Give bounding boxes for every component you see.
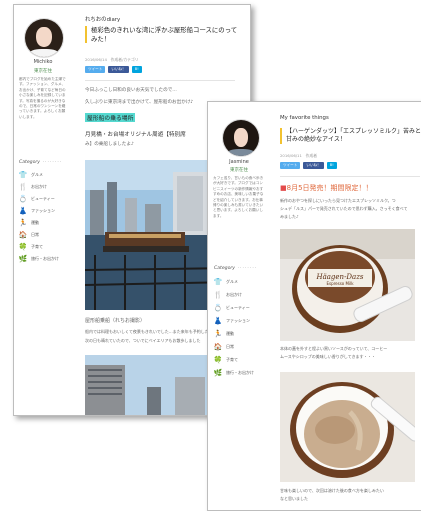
front-blog-screenshot: Jasmine 東京在住 カフェ巡り、甘いもの食べ歩きが大好きです。ブログではコ… <box>207 101 421 511</box>
front-category-label: 日常 <box>226 343 234 349</box>
front-category-item[interactable]: 🍴 お出かけ <box>214 290 242 299</box>
front-category-icon: 🏃 <box>213 329 223 338</box>
back-category-icon: 👗 <box>18 206 28 215</box>
back-profile-bio: 都内でブログを始めた主婦です。ファッション、グルメ、お出かけ、子育てなど毎日の小… <box>19 77 66 119</box>
back-category-item[interactable]: 👕 グルメ <box>19 170 43 179</box>
front-profile-location: 東京在住 <box>230 168 248 173</box>
back-tweet-button[interactable]: ツイート <box>85 66 106 73</box>
front-category-icon: 💍 <box>213 303 223 312</box>
front-category-item[interactable]: 👗 ファッション <box>214 316 250 325</box>
back-category-item[interactable]: 🍴 お出かけ <box>19 182 47 191</box>
back-blog-title[interactable]: れちおのdiary <box>85 15 120 23</box>
front-category-label: グルメ <box>226 278 238 284</box>
front-category-label: ファッション <box>226 317 250 323</box>
back-category-item[interactable]: 🏠 日常 <box>19 230 39 239</box>
back-category-item[interactable]: 🏃 運動 <box>19 218 39 227</box>
front-category-item[interactable]: 🏃 運動 <box>214 329 234 338</box>
front-category-label: お出かけ <box>226 291 242 297</box>
front-category-item[interactable]: 🌿 旅行・お出かけ <box>214 368 254 377</box>
front-ice-flavor: Espresso Milk <box>326 281 354 286</box>
back-category-item[interactable]: 🍀 子育て <box>19 242 43 251</box>
front-post-meta: 2016/06/11 作成者 <box>280 153 318 158</box>
front-category-label: 旅行・お出かけ <box>226 369 254 375</box>
back-profile-location: 東京在住 <box>34 69 52 74</box>
back-profile-avatar[interactable] <box>24 18 64 58</box>
front-caption-3: 甘味も楽しいので、次回は溶けた後の食べ方を楽しみたい <box>280 488 384 493</box>
front-share-buttons: ツイート いいね！ B! <box>280 162 337 169</box>
back-category-icon: 🌿 <box>18 254 28 263</box>
back-category-item[interactable]: 🌿 旅行・お出かけ <box>19 254 59 263</box>
back-category-icon: 🍴 <box>18 182 28 191</box>
back-category-label: グルメ <box>31 171 43 177</box>
back-sidebar: Michiko 東京在住 都内でブログを始めた主婦です。ファッション、グルメ、お… <box>14 5 72 415</box>
back-category-item[interactable]: 👗 ファッション <box>19 206 55 215</box>
back-category-label: 日常 <box>31 231 39 237</box>
front-ice-brand: Häagen-Dazs <box>315 273 363 281</box>
front-category-icon: 🍀 <box>213 355 223 364</box>
back-category-label: お出かけ <box>31 183 47 189</box>
back-category-label: ファッション <box>31 207 55 213</box>
front-category-icon: 🌿 <box>213 368 223 377</box>
front-ice-cream-photo: Häagen-Dazs Espresso Milk <box>280 229 415 341</box>
front-category-label: ビューティー <box>226 304 250 310</box>
front-category-icon: 🏠 <box>213 342 223 351</box>
front-category-item[interactable]: 👕 グルメ <box>214 277 238 286</box>
back-category-icon: 🍀 <box>18 242 28 251</box>
back-category-label: 子育て <box>31 243 43 249</box>
back-category-item[interactable]: 💍 ビューティー <box>19 194 55 203</box>
back-post-meta: 2016/06/14 作成者/カテゴリ <box>85 57 139 62</box>
front-caption-2: ムースやシロップの美味しい香りがしてきます・・・ <box>280 354 376 359</box>
back-like-button[interactable]: いいね！ <box>108 66 129 73</box>
front-post-title[interactable]: 【ハーゲンダッツ】「エスプレッソミルク」苦みと甘みの絶妙なアイス！ <box>280 128 421 144</box>
front-caption-4: なと思いました <box>280 496 308 501</box>
front-tweet-button[interactable]: ツイート <box>280 162 301 169</box>
front-category-heading: Category ········ <box>214 266 258 271</box>
back-paragraph-1: 今日ふっこし日和の良いお天気でしたので… <box>85 88 177 93</box>
front-category-icon: 👗 <box>213 316 223 325</box>
back-category-heading: Category ········ <box>19 160 63 165</box>
front-hatena-button[interactable]: B! <box>326 162 337 169</box>
front-profile-name: Jasmine <box>229 159 249 165</box>
front-category-item[interactable]: 🏠 日常 <box>214 342 234 351</box>
front-paragraph-3: みました♪ <box>280 214 299 219</box>
back-category-icon: 🏠 <box>18 230 28 239</box>
back-share-buttons: ツイート いいね！ B! <box>85 66 142 73</box>
front-divider <box>280 176 420 177</box>
front-sidebar: Jasmine 東京在住 カフェ巡り、甘いもの食べ歩きが大好きです。ブログではコ… <box>208 102 270 510</box>
back-category-icon: 🏃 <box>18 218 28 227</box>
back-highlight-heading: 屋形船の乗る場所 <box>85 113 136 122</box>
front-category-icon: 🍴 <box>213 290 223 299</box>
back-category-label: 運動 <box>31 219 39 225</box>
front-scooped-ice-photo <box>280 372 415 482</box>
front-category-label: 子育て <box>226 356 238 362</box>
front-blog-title[interactable]: My favorite things <box>280 115 329 121</box>
back-post-title[interactable]: 極彩色のきれいな湾に浮かぶ屋形船コースにのってみた！ <box>85 26 241 43</box>
back-divider <box>85 80 235 81</box>
front-caption-1: 本体の蓋を外すと程よい黒いソースがのっていて、コーヒー <box>280 346 388 351</box>
back-category-label: ビューティー <box>31 195 55 201</box>
front-like-button[interactable]: いいね！ <box>303 162 324 169</box>
back-profile-name: Michiko <box>33 59 53 65</box>
back-category-icon: 💍 <box>18 194 28 203</box>
front-category-item[interactable]: 💍 ビューティー <box>214 303 250 312</box>
front-category-icon: 👕 <box>213 277 223 286</box>
front-profile-bio: カフェ巡り、甘いもの食べ歩きが大好きです。ブログではコンビニスイーツの新作情報や… <box>213 176 264 218</box>
back-category-label: 旅行・お出かけ <box>31 255 59 261</box>
back-category-icon: 👕 <box>18 170 28 179</box>
front-category-item[interactable]: 🍀 子育て <box>214 355 238 364</box>
front-profile-avatar[interactable] <box>222 119 260 157</box>
back-hatena-button[interactable]: B! <box>131 66 142 73</box>
front-red-heading: ■8月5日発売！期間限定！！ <box>280 184 373 192</box>
front-paragraph-1: 新作のおやつを探しにいったら見つけたエスプレッソミルク。つ <box>280 198 396 203</box>
front-category-label: 運動 <box>226 330 234 336</box>
front-main-column: My favorite things 【ハーゲンダッツ】「エスプレッソミルク」苦… <box>280 102 421 510</box>
front-paragraph-2: シュデ「ルス」パーで発売されていたので思わず購入。さっそく食べて <box>280 206 408 211</box>
